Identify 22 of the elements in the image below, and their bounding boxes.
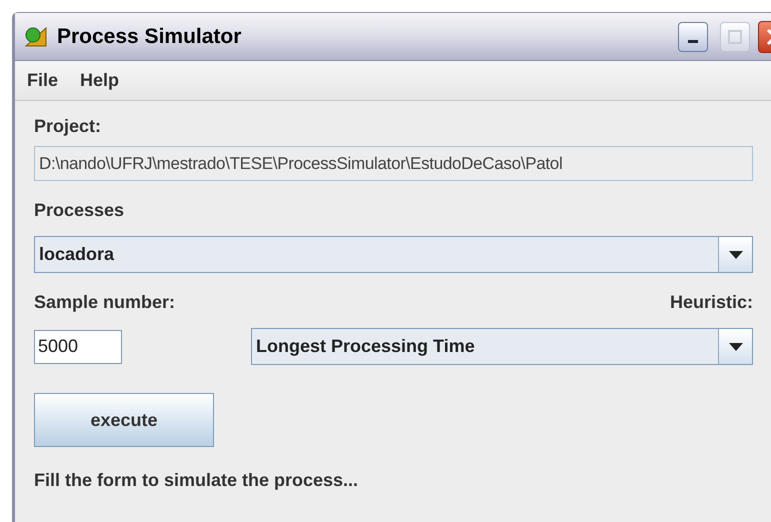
status-message: Fill the form to simulate the process... xyxy=(34,469,360,492)
minimize-icon xyxy=(688,40,698,42)
field-label: Project: xyxy=(34,115,102,138)
caret-icon xyxy=(728,342,742,350)
dropdown[interactable]: locadora xyxy=(34,236,753,273)
execute-button[interactable]: execute xyxy=(34,393,214,447)
dropdown-value: Longest Processing Time xyxy=(255,335,476,358)
dropdown-arrow-button[interactable] xyxy=(718,329,752,364)
window-title: Process Simulator xyxy=(57,24,242,50)
dropdown[interactable]: Longest Processing Time xyxy=(251,328,753,365)
minimize-button[interactable] xyxy=(678,22,708,52)
dropdown-value: locadora xyxy=(38,243,116,266)
project-path-field[interactable]: D:\nando\UFRJ\mestrado\TESE\ProcessSimulator\EstudoDeCaso\Patol xyxy=(34,146,753,181)
sample-number-field[interactable]: 5000 xyxy=(34,330,122,364)
caret-icon xyxy=(728,250,742,258)
menu-item[interactable]: Help xyxy=(80,67,120,94)
field-label: Heuristic: xyxy=(670,291,753,314)
maximize-icon xyxy=(728,30,742,44)
field-label: Processes xyxy=(34,199,126,222)
field-label: Sample number: xyxy=(34,291,176,314)
menu-item[interactable]: File xyxy=(27,67,58,94)
dropdown-arrow-button[interactable] xyxy=(718,237,752,272)
